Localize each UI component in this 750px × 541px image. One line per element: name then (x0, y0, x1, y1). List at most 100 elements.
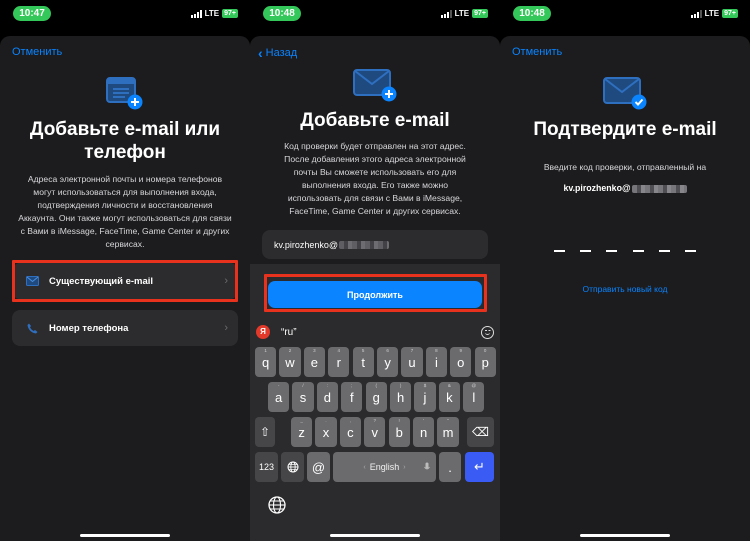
home-indicator (580, 534, 670, 537)
key-hint: ! (398, 418, 400, 423)
key-hint: " (447, 418, 449, 423)
key-t[interactable]: 5t (352, 347, 374, 377)
key-r[interactable]: 4r (328, 347, 350, 377)
key-v[interactable]: ? v (364, 417, 386, 447)
modal-sheet: Отменить Подтвердите e-mail Введите код … (500, 36, 750, 541)
key-label: l (472, 389, 476, 405)
redacted-domain (631, 184, 687, 193)
code-slot[interactable] (580, 250, 592, 252)
key-hint: 0 (483, 348, 487, 353)
key-k[interactable]: & k (438, 382, 460, 412)
key-w[interactable]: 2w (279, 347, 301, 377)
shift-key[interactable]: ⇧ (255, 417, 275, 447)
code-slot[interactable] (606, 250, 618, 252)
screen-add-email-or-phone: 10:47 LTE 97+ Отменить Добавьте e-mail и… (0, 0, 250, 541)
space-key[interactable]: ‹ English › (333, 452, 436, 482)
suggestion-bar: Я “ru” (250, 322, 500, 342)
code-slot[interactable] (554, 250, 565, 252)
phone-icon (24, 323, 40, 334)
code-slot[interactable] (658, 250, 670, 252)
phone-number-option[interactable]: Номер телефона › (12, 310, 238, 346)
network-type: LTE (204, 9, 220, 18)
key-label: d (323, 389, 331, 405)
key-h[interactable]: ) h (390, 382, 412, 412)
delete-key[interactable]: ⌫ (467, 417, 494, 447)
key-n[interactable]: ' n (413, 417, 435, 447)
key-g[interactable]: (g (365, 382, 387, 412)
key-y[interactable]: 6y (377, 347, 399, 377)
period-key[interactable]: . (439, 452, 461, 482)
key-label: s (299, 389, 307, 405)
email-input[interactable]: kv.pirozhenko@ (262, 230, 488, 259)
key-hint: 2 (288, 348, 292, 353)
at-key[interactable]: @ (307, 452, 330, 482)
key-m[interactable]: " m (437, 417, 459, 447)
highlight-box (12, 260, 238, 302)
cancel-button[interactable]: Отменить (512, 46, 562, 58)
key-d[interactable]: :d (316, 382, 338, 412)
key-e[interactable]: 3e (303, 347, 325, 377)
key-hint: 3 (313, 348, 316, 353)
signal-icon (440, 9, 452, 18)
battery-indicator: 97+ (722, 9, 738, 18)
emoji-icon[interactable] (481, 325, 494, 339)
key-label: g (372, 389, 380, 405)
return-key[interactable]: ↵ (465, 452, 494, 482)
email-display: kv.pirozhenko@ (500, 183, 750, 193)
key-hint: 1 (264, 348, 267, 353)
key-label: a (274, 389, 283, 405)
code-slot[interactable] (685, 250, 696, 252)
highlight-box (264, 274, 487, 312)
key-label: o (457, 354, 465, 370)
chevron-right-icon: › (224, 322, 228, 334)
key-hint: & (447, 383, 451, 388)
resend-code-link[interactable]: Отправить новый код (500, 284, 750, 294)
key-label: e (310, 354, 318, 370)
modal-sheet: ‹ Назад Добавьте e-mail Код проверки буд… (250, 36, 500, 541)
key-p[interactable]: 0p (474, 347, 496, 377)
keyboard: Продолжить Я “ru” 1q2w3e4r5t6y7u8i9o0p-a… (250, 264, 500, 541)
key-hint: 8 (435, 348, 438, 353)
key-label: y (384, 354, 391, 370)
key-x[interactable]: .x (315, 417, 337, 447)
key-a[interactable]: -a (268, 382, 290, 412)
key-f[interactable]: ; f (341, 382, 363, 412)
key-l[interactable]: @ l (463, 382, 485, 412)
key-q[interactable]: 1q (255, 347, 277, 377)
key-i[interactable]: 8i (425, 347, 447, 377)
yandex-app-icon[interactable]: Я (256, 325, 270, 339)
battery-indicator: 97+ (472, 9, 488, 18)
key-label: i (434, 354, 438, 370)
numbers-key[interactable]: 123 (255, 452, 278, 482)
key-label: r (336, 354, 341, 370)
key-z[interactable]: _ z (291, 417, 313, 447)
modal-sheet: Отменить Добавьте e-mail или телефон Адр… (0, 36, 250, 541)
key-b[interactable]: ! b (388, 417, 410, 447)
envelope-add-icon (353, 69, 397, 102)
back-button[interactable]: ‹ Назад (258, 46, 297, 60)
key-o[interactable]: 9o (450, 347, 472, 377)
code-slot[interactable] (632, 250, 644, 252)
screen-add-email: 10:48 LTE 97+ ‹ Назад Добавьте e-mail Ко… (250, 0, 500, 541)
key-label: f (349, 389, 354, 405)
globe-icon[interactable] (268, 496, 286, 514)
key-c[interactable]: ,c (339, 417, 361, 447)
chevron-left-icon: ‹ (258, 45, 263, 61)
suggestion-word[interactable]: “ru” (281, 327, 297, 338)
status-bar: 10:48 LTE 97+ (500, 0, 750, 32)
key-u[interactable]: 7u (401, 347, 423, 377)
key-label: j (423, 389, 427, 405)
status-bar: 10:48 LTE 97+ (250, 0, 500, 32)
cancel-button[interactable]: Отменить (12, 46, 62, 58)
battery-indicator: 97+ (222, 9, 238, 18)
key-label: p (481, 354, 489, 370)
key-label: b (395, 424, 403, 440)
key-hint: 4 (337, 348, 341, 353)
key-j[interactable]: $ j (414, 382, 436, 412)
globe-key[interactable] (281, 452, 304, 482)
key-hint: 7 (410, 348, 414, 353)
key-s[interactable]: / s (292, 382, 314, 412)
key-label: z (298, 424, 305, 440)
key-hint: , (349, 418, 352, 423)
key-hint: $ (423, 383, 427, 388)
